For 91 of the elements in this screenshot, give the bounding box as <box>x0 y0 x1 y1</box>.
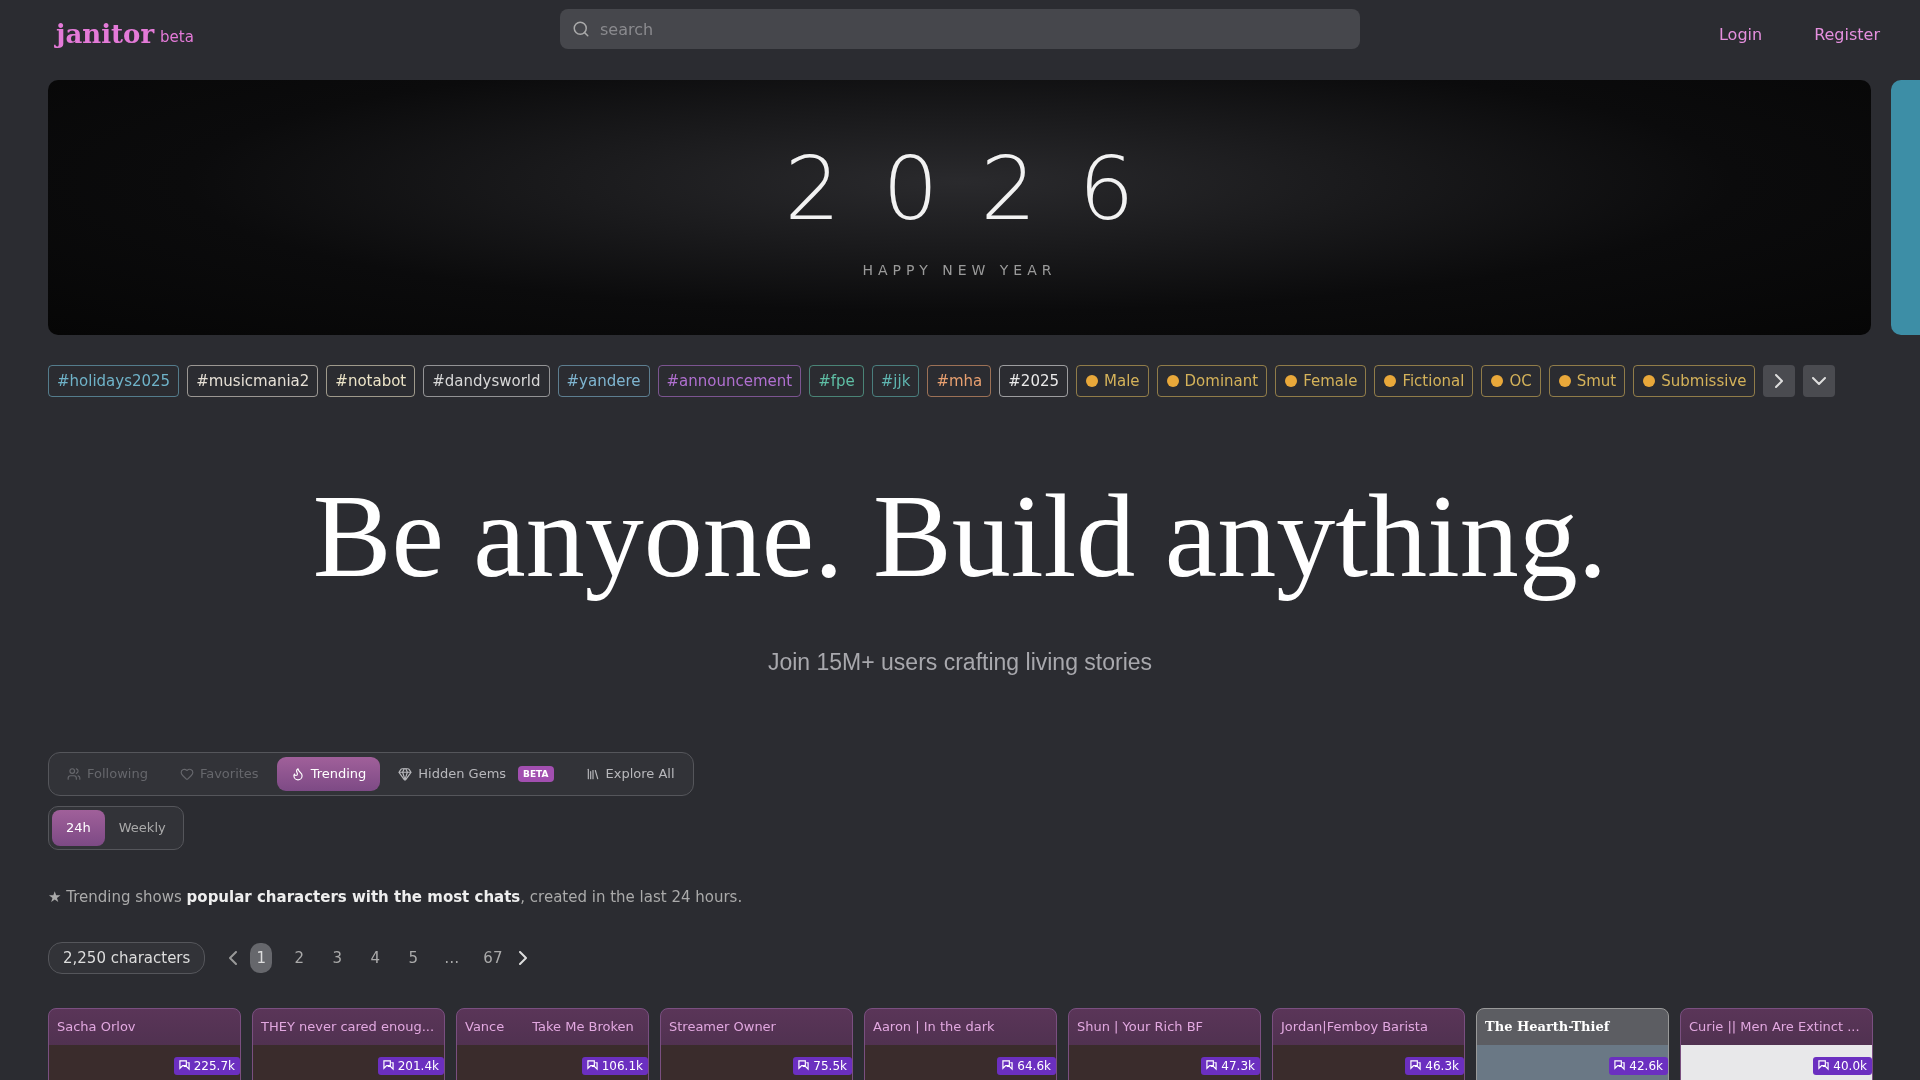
chat-icon <box>178 1060 190 1072</box>
period-option[interactable]: 24h <box>52 809 105 846</box>
beta-badge: BETA <box>518 765 554 782</box>
character-card[interactable]: THEY never cared enoug... 201.4k <box>252 1007 445 1080</box>
tab-icon <box>290 766 305 781</box>
search-icon <box>572 20 590 38</box>
hero-subtitle: Join 15M+ users crafting living stories <box>766 648 1154 676</box>
tag[interactable]: #jjk <box>871 365 920 397</box>
chat-icon <box>1614 1060 1626 1072</box>
chat-icon <box>1206 1060 1218 1072</box>
chevron-right-icon <box>1775 374 1784 388</box>
chat-icon <box>382 1060 394 1072</box>
search-field[interactable]: search <box>560 9 1360 49</box>
tag[interactable]: #musicmania2 <box>187 365 319 397</box>
card-title: Vance <box>465 1019 505 1035</box>
chevron-left-icon <box>229 950 238 965</box>
tag[interactable]: OC <box>1481 365 1541 397</box>
next-page-button[interactable] <box>519 950 528 965</box>
next-button[interactable] <box>1763 365 1796 397</box>
character-card[interactable]: Sacha Orlov 225.7k <box>48 1007 241 1080</box>
tag[interactable]: Fictional <box>1374 365 1474 397</box>
tab[interactable]: Trending <box>276 756 381 791</box>
tab-icon <box>67 766 81 781</box>
card-title: Shun | Your Rich BF <box>1077 1019 1204 1035</box>
tag[interactable]: Dominant <box>1156 365 1268 397</box>
header-link[interactable]: Login <box>1718 24 1763 44</box>
card-title: Curie || Men Are Extinct ... <box>1689 1019 1860 1035</box>
chat-icon <box>586 1060 598 1072</box>
tag[interactable]: #dandysworld <box>423 365 550 397</box>
chevron-down-icon <box>1812 377 1827 385</box>
banner[interactable]: 2026 HAPPY NEW YEAR <box>48 80 1871 335</box>
header-link[interactable]: Register <box>1814 24 1880 44</box>
page-button[interactable]: 67 <box>479 942 507 973</box>
tag[interactable]: #announcement <box>657 365 802 397</box>
banner-year: 2026 <box>784 137 1177 240</box>
chat-icon <box>1410 1060 1422 1072</box>
page-button[interactable]: … <box>440 942 464 973</box>
emoji-icon <box>1557 374 1572 388</box>
character-card[interactable]: Shun | Your Rich BF 47.3k <box>1068 1007 1261 1080</box>
emoji-icon <box>1642 374 1657 388</box>
character-card[interactable]: Jordan|Femboy Barista 46.3k <box>1272 1007 1465 1080</box>
tag[interactable]: #mha <box>927 365 992 397</box>
period-option[interactable]: Weekly <box>104 809 180 846</box>
tab[interactable]: Explore All <box>571 756 689 791</box>
tag[interactable]: #notabot <box>326 365 416 397</box>
tab-icon <box>398 766 413 781</box>
character-card[interactable]: Aaron | In the dark 64.6k <box>864 1007 1057 1080</box>
tab-icon <box>585 766 600 781</box>
tag[interactable]: #yandere <box>557 365 650 397</box>
tab[interactable]: Hidden Gems BETA <box>384 756 568 791</box>
page-button[interactable]: 3 <box>326 942 349 973</box>
emoji-icon <box>1490 374 1505 388</box>
page-button[interactable]: 5 <box>402 942 425 973</box>
character-card[interactable]: Streamer Owner 75.5k <box>660 1007 853 1080</box>
emoji-icon <box>1165 374 1180 388</box>
character-count: 2,250 characters <box>48 941 206 974</box>
tag[interactable]: Smut <box>1548 365 1626 397</box>
beta-label: beta <box>160 28 194 46</box>
banner-caption: HAPPY NEW YEAR <box>862 262 1057 278</box>
tag[interactable]: #holidays2025 <box>48 365 180 397</box>
emoji-icon <box>1383 374 1398 388</box>
chevron-right-icon <box>519 950 528 965</box>
card-subtitle: Take Me Broken <box>532 1019 634 1035</box>
trending-note: ★ Trending shows popular characters with the most chats, created in the last 24 hours. <box>48 887 743 906</box>
logo[interactable]: janitor <box>56 19 155 49</box>
page-button[interactable]: 1 <box>250 942 273 973</box>
page-button[interactable]: 2 <box>288 942 311 973</box>
emoji-icon <box>1085 374 1099 388</box>
card-title: Jordan|Femboy Barista <box>1281 1019 1428 1035</box>
tag[interactable]: Male <box>1076 365 1149 397</box>
card-title: THEY never cared enoug... <box>261 1019 435 1035</box>
tab-icon <box>179 766 194 781</box>
card-title: Aaron | In the dark <box>873 1019 995 1035</box>
page-button[interactable]: 4 <box>364 942 387 973</box>
chat-icon <box>1002 1060 1014 1072</box>
card-title: Sacha Orlov <box>57 1019 136 1035</box>
emoji-icon <box>1284 374 1299 388</box>
card-title: The Hearth-Thief <box>1485 1019 1610 1035</box>
character-card[interactable]: The Hearth-Thief 42.6k <box>1476 1007 1669 1080</box>
chat-icon <box>1818 1060 1830 1072</box>
tag[interactable]: Submissive <box>1633 365 1756 397</box>
tag[interactable]: #fpe <box>809 365 864 397</box>
chat-icon <box>798 1060 810 1072</box>
previous-page-button[interactable] <box>229 950 238 965</box>
tag[interactable]: #2025 <box>999 365 1068 397</box>
card-title: Streamer Owner <box>669 1019 776 1035</box>
character-card[interactable]: Vance Take Me Broken 106.1k <box>456 1007 649 1080</box>
character-card[interactable]: Curie || Men Are Extinct ... 40.0k <box>1680 1007 1873 1080</box>
hero-title: Be anyone. Build anything. <box>311 475 1609 599</box>
expand-button[interactable] <box>1803 365 1836 397</box>
tag[interactable]: Female <box>1275 365 1367 397</box>
